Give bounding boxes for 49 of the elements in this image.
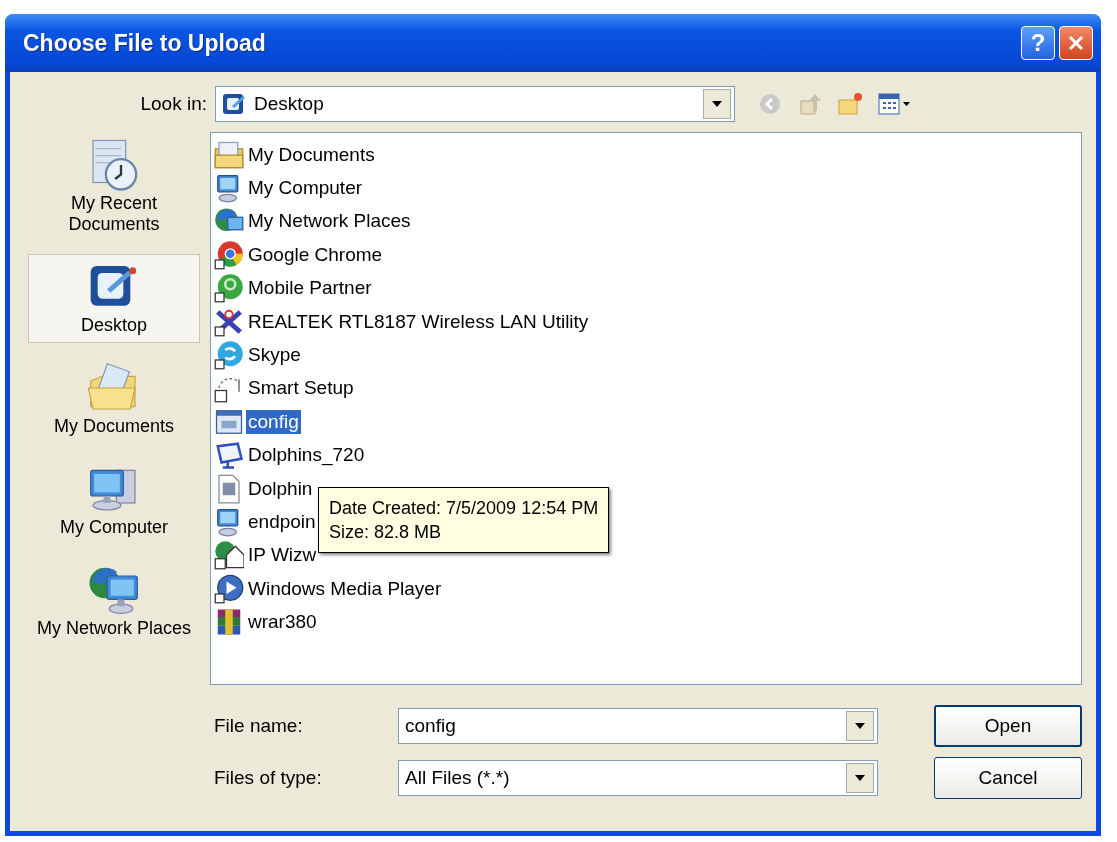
- file-item[interactable]: Mobile Partner: [246, 276, 374, 301]
- file-item[interactable]: Dolphins_720: [246, 443, 367, 468]
- view-menu-icon[interactable]: [877, 91, 913, 117]
- file-name-combo-box[interactable]: config: [398, 708, 878, 744]
- tooltip: Date Created: 7/5/2009 12:54 PM Size: 82.8 MB: [318, 487, 610, 553]
- dropdown-button[interactable]: [703, 89, 731, 119]
- file-item[interactable]: wrar380: [246, 610, 319, 635]
- window-title: Choose File to Upload: [23, 29, 267, 57]
- file-item[interactable]: config: [246, 409, 301, 434]
- file-item[interactable]: Google Chrome: [246, 242, 385, 267]
- monitor-icon: [214, 440, 244, 471]
- file-item[interactable]: Windows Media Player: [246, 576, 444, 601]
- file-item[interactable]: Dolphin: [246, 476, 315, 501]
- caret-icon: [711, 100, 723, 108]
- places-bar-item[interactable]: My Documents: [28, 355, 200, 444]
- file-item[interactable]: Skype: [246, 343, 303, 368]
- new-folder-icon[interactable]: [837, 91, 863, 117]
- file-name-label: File name:: [213, 715, 304, 737]
- caret-icon: [854, 774, 866, 782]
- close-icon: [1067, 34, 1085, 52]
- file-item[interactable]: My Documents: [246, 142, 377, 167]
- round-app-icon: [214, 239, 244, 270]
- places-bar-item[interactable]: Desktop: [28, 254, 200, 343]
- file-type-label: Files of type:: [213, 767, 323, 789]
- round-app-icon: [214, 340, 244, 371]
- file-item[interactable]: IP Wizw: [246, 543, 319, 568]
- house-network-icon: [214, 540, 244, 571]
- places-bar-item[interactable]: My Computer: [28, 456, 200, 545]
- desktop-icon: [222, 92, 246, 116]
- dropdown-button[interactable]: [846, 763, 874, 793]
- file-item[interactable]: REALTEK RTL8187 Wireless LAN Utility: [246, 309, 591, 334]
- open-button[interactable]: Open: [934, 705, 1082, 747]
- file-type-dropdown[interactable]: All Files (*.*): [398, 760, 878, 796]
- cancel-button[interactable]: Cancel: [934, 757, 1082, 799]
- dropdown-button[interactable]: [846, 711, 874, 741]
- media-player-icon: [214, 573, 244, 604]
- file-item[interactable]: My Computer: [246, 176, 365, 201]
- file-item[interactable]: endpoin: [246, 510, 318, 534]
- caret-icon: [854, 722, 866, 730]
- circle-app-icon: [214, 273, 244, 304]
- file-item[interactable]: Smart Setup: [246, 376, 356, 401]
- file-item[interactable]: My Network Places: [246, 209, 413, 234]
- folder-icon: [214, 139, 244, 170]
- close-button[interactable]: [1059, 26, 1093, 60]
- file-name-field[interactable]: config: [399, 714, 846, 738]
- places-bar-item[interactable]: My Network Places: [28, 557, 200, 646]
- look-in-dropdown[interactable]: Desktop: [215, 86, 735, 122]
- look-in-label: Look in:: [139, 93, 208, 115]
- places-bar-item[interactable]: My Recent Documents: [28, 132, 200, 242]
